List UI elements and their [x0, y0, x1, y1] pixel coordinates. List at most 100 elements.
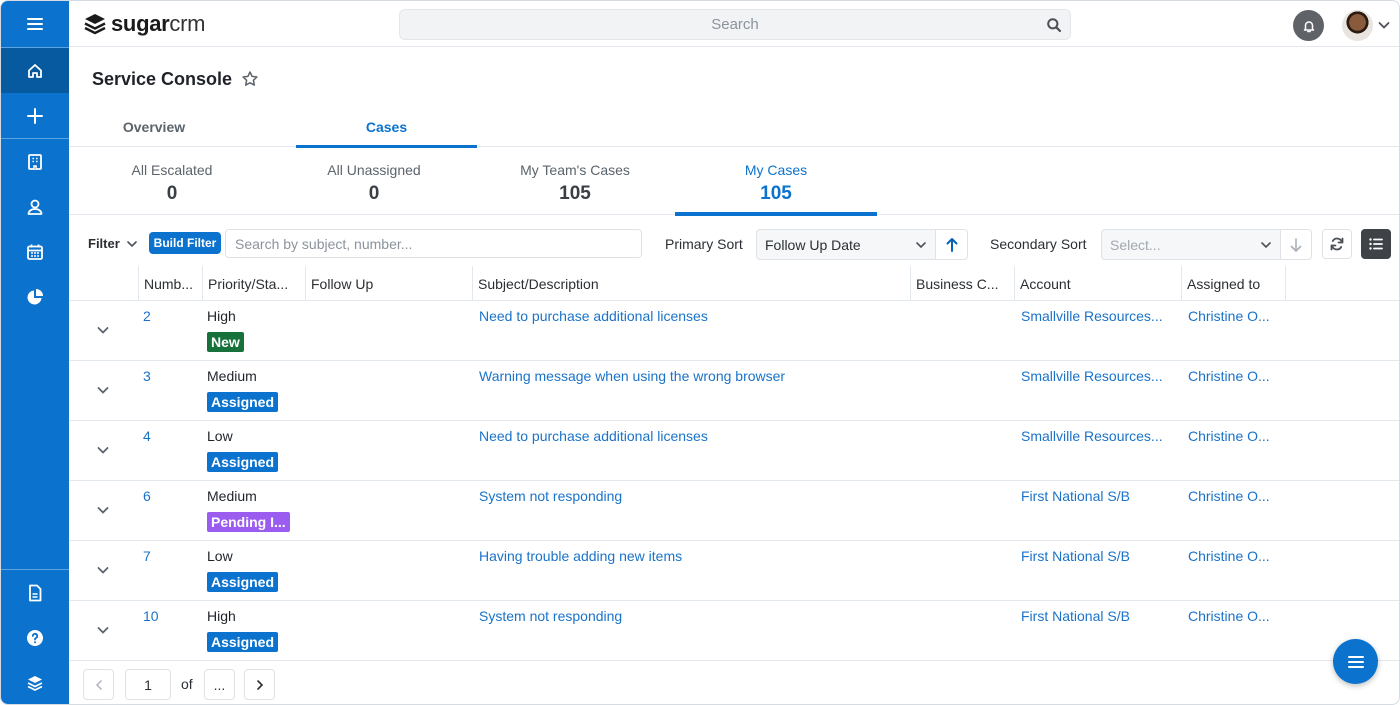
assigned-to-link[interactable]: Christine O... [1188, 428, 1270, 444]
page-number-input[interactable] [125, 669, 171, 700]
sidebar-item-layers[interactable] [1, 660, 69, 704]
account-link[interactable]: First National S/B [1021, 488, 1130, 504]
sidebar-item-accounts[interactable] [1, 139, 69, 184]
list-view-button[interactable] [1361, 229, 1391, 259]
filter-search[interactable] [225, 229, 642, 258]
assigned-to-link[interactable]: Christine O... [1188, 488, 1270, 504]
tab-cases[interactable]: Cases [296, 107, 477, 148]
column-header-priority-status[interactable]: Priority/Sta... [202, 266, 305, 301]
tab-label: Overview [122, 119, 186, 135]
subtab-my-teams-cases[interactable]: My Team's Cases 105 [474, 147, 676, 215]
favorite-star-icon[interactable] [241, 70, 259, 88]
column-header-number[interactable]: Numb... [138, 266, 202, 301]
status-badge: New [207, 332, 244, 352]
user-avatar[interactable] [1342, 10, 1373, 41]
subject-link[interactable]: System not responding [479, 488, 622, 504]
secondary-sort-direction-button[interactable] [1281, 229, 1312, 260]
case-number-link[interactable]: 7 [143, 548, 151, 564]
table-header: Numb... Priority/Sta... Follow Up Subjec… [69, 266, 1399, 301]
build-filter-button[interactable]: Build Filter [149, 232, 221, 254]
person-icon [27, 199, 43, 215]
column-header-business-center[interactable]: Business C... [910, 266, 1014, 301]
column-header-subject[interactable]: Subject/Description [472, 266, 910, 301]
case-number-link[interactable]: 2 [143, 308, 151, 324]
subject-link[interactable]: System not responding [479, 608, 622, 624]
sidebar-item-calendar[interactable] [1, 229, 69, 274]
subtab-all-unassigned[interactable]: All Unassigned 0 [273, 147, 475, 215]
subtab-count: 105 [559, 183, 591, 204]
chevron-down-icon[interactable] [96, 623, 110, 637]
assigned-to-link[interactable]: Christine O... [1188, 608, 1270, 624]
subject-link[interactable]: Warning message when using the wrong bro… [479, 368, 785, 384]
previous-page-button[interactable] [83, 669, 114, 700]
total-pages-button[interactable]: ... [204, 669, 235, 700]
case-number-link[interactable]: 10 [143, 608, 159, 624]
table-row[interactable]: 2 High New Need to purchase additional lice… [69, 301, 1399, 361]
table-row[interactable]: 4 Low Assigned Need to purchase additional … [69, 421, 1399, 481]
table-row[interactable]: 3 Medium Assigned Warning message when usin… [69, 361, 1399, 421]
top-bar: sugarcrm [69, 1, 1399, 47]
case-number-link[interactable]: 3 [143, 368, 151, 384]
subtab-label: All Escalated [131, 162, 213, 178]
primary-sort-label: Primary Sort [665, 236, 743, 252]
sidebar-item-home[interactable] [1, 48, 69, 93]
column-header-assigned-to[interactable]: Assigned to [1181, 266, 1285, 301]
chevron-down-icon[interactable] [96, 443, 110, 457]
sugarcrm-logo[interactable]: sugarcrm [83, 11, 205, 37]
chevron-down-icon[interactable] [1377, 18, 1391, 32]
assigned-to-link[interactable]: Christine O... [1188, 548, 1270, 564]
account-link[interactable]: Smallville Resources... [1021, 308, 1163, 324]
table-row[interactable]: 7 Low Assigned Having trouble adding new it… [69, 541, 1399, 601]
subject-link[interactable]: Need to purchase additional licenses [479, 428, 708, 444]
floating-menu-button[interactable] [1333, 639, 1378, 684]
subtab-my-cases[interactable]: My Cases 105 [675, 147, 877, 216]
chevron-down-icon[interactable] [96, 563, 110, 577]
account-link[interactable]: First National S/B [1021, 608, 1130, 624]
status-badge: Pending I... [207, 512, 290, 532]
column-header-account[interactable]: Account [1014, 266, 1181, 301]
account-link[interactable]: Smallville Resources... [1021, 428, 1163, 444]
global-search-input[interactable] [400, 10, 1070, 39]
column-header-follow-up[interactable]: Follow Up [305, 266, 472, 301]
case-number-link[interactable]: 6 [143, 488, 151, 504]
subtab-count: 0 [368, 183, 380, 204]
chevron-down-icon[interactable] [96, 383, 110, 397]
chevron-down-icon[interactable] [96, 323, 110, 337]
account-link[interactable]: Smallville Resources... [1021, 368, 1163, 384]
next-page-button[interactable] [244, 669, 275, 700]
list-icon [1369, 238, 1383, 250]
sidebar-item-documents[interactable] [1, 570, 69, 615]
sidebar-item-quick-create[interactable] [1, 93, 69, 138]
status-badge: Assigned [207, 572, 279, 592]
account-link[interactable]: First National S/B [1021, 548, 1130, 564]
table-row[interactable]: 10 High Assigned System not responding First… [69, 601, 1399, 661]
subject-link[interactable]: Having trouble adding new items [479, 548, 682, 564]
subject-link[interactable]: Need to purchase additional licenses [479, 308, 708, 324]
filter-search-input[interactable] [226, 230, 641, 257]
primary-sort-select[interactable]: Follow Up Date [756, 229, 936, 260]
sidebar-item-reports[interactable] [1, 274, 69, 319]
table-row[interactable]: 6 Medium Pending I... System not responding… [69, 481, 1399, 541]
assigned-to-link[interactable]: Christine O... [1188, 308, 1270, 324]
sidebar-item-help[interactable] [1, 615, 69, 660]
subtab-all-escalated[interactable]: All Escalated 0 [71, 147, 273, 215]
primary-sort-value: Follow Up Date [765, 236, 861, 253]
primary-sort-direction-button[interactable] [936, 229, 968, 260]
sidebar-item-contacts[interactable] [1, 184, 69, 229]
notifications-button[interactable] [1293, 10, 1324, 41]
case-number-link[interactable]: 4 [143, 428, 151, 444]
chevron-down-icon[interactable] [96, 503, 110, 517]
refresh-button[interactable] [1322, 229, 1352, 259]
filter-dropdown[interactable]: Filter [88, 236, 138, 251]
search-icon[interactable] [1046, 17, 1062, 33]
layers-icon [27, 675, 43, 691]
bell-icon [1303, 20, 1314, 32]
subtab-label: My Cases [744, 162, 808, 178]
calendar-icon [27, 244, 43, 260]
assigned-to-link[interactable]: Christine O... [1188, 368, 1270, 384]
secondary-sort-select[interactable]: Select... [1101, 229, 1281, 260]
global-search[interactable] [399, 9, 1071, 40]
sidebar [1, 1, 69, 704]
sidebar-menu-button[interactable] [1, 1, 69, 46]
tab-overview[interactable]: Overview [92, 107, 216, 147]
